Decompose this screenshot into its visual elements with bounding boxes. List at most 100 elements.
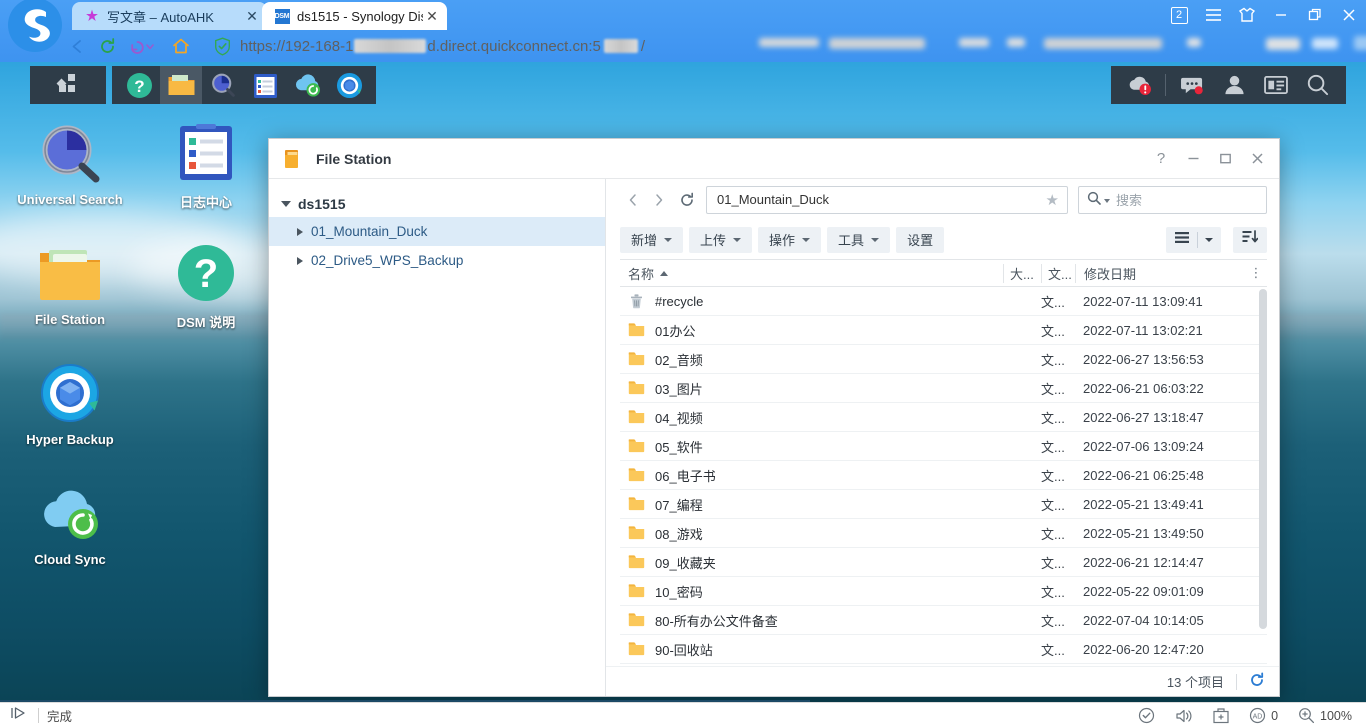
tray-search-button[interactable]	[1298, 66, 1338, 104]
tree-item-01-mountain-duck[interactable]: 01_Mountain_Duck	[269, 217, 605, 246]
table-row[interactable]: 10_密码 文... 2022-05-22 09:01:09	[620, 577, 1267, 606]
taskbar-app-hyper-backup[interactable]	[328, 66, 370, 104]
table-row[interactable]: 02_音频 文... 2022-06-27 13:56:53	[620, 345, 1267, 374]
file-name-label: #recycle	[655, 293, 704, 309]
toolbar-tools-button[interactable]: 工具	[827, 226, 891, 253]
play-triangle-icon[interactable]	[10, 706, 30, 725]
taskbar-app-file-station[interactable]	[160, 66, 202, 104]
file-list-scrollbar[interactable]	[1259, 289, 1267, 664]
nav-forward-button[interactable]	[646, 186, 672, 213]
url-redaction-block	[354, 39, 427, 53]
column-header-type[interactable]: 文...	[1041, 263, 1075, 283]
home-icon[interactable]	[166, 31, 196, 61]
table-row[interactable]: 06_电子书 文... 2022-06-21 06:25:48	[620, 461, 1267, 490]
table-row[interactable]: 90-回收站 文... 2022-06-20 12:47:20	[620, 635, 1267, 664]
file-station-help-button[interactable]: ?	[1145, 144, 1177, 174]
browser-minimize-button[interactable]	[1264, 0, 1298, 30]
file-station-close-button[interactable]	[1241, 144, 1273, 174]
person-icon	[1224, 75, 1244, 95]
table-row[interactable]: 04_视频 文... 2022-06-27 13:18:47	[620, 403, 1267, 432]
scrollbar-thumb[interactable]	[1259, 289, 1267, 629]
tab-close-icon[interactable]: ✕	[423, 7, 441, 25]
browser-tab-title: 写文章 – AutoAHK	[107, 9, 214, 25]
file-station-toolbar: 新增 上传 操作 工具 设置	[606, 220, 1279, 259]
tab-count-badge-button[interactable]: 2	[1162, 0, 1196, 30]
theme-shirt-icon[interactable]	[1230, 0, 1264, 30]
tree-item-02-drive5-wps-backup[interactable]: 02_Drive5_WPS_Backup	[269, 246, 605, 275]
more-vertical-icon[interactable]: ⋮	[1245, 265, 1267, 281]
browser-tab-synology[interactable]: DSM ds1515 - Synology Dis ✕	[262, 2, 447, 30]
history-back-icon[interactable]	[122, 31, 160, 61]
table-row[interactable]: 07_编程 文... 2022-05-21 13:49:41	[620, 490, 1267, 519]
chevron-right-icon[interactable]	[297, 256, 303, 265]
star-icon[interactable]: ★	[1046, 191, 1059, 209]
desktop-icon-file-station[interactable]: File Station	[10, 240, 130, 327]
file-name-label: 05_软件	[655, 439, 703, 455]
back-arrow-icon[interactable]	[62, 31, 92, 61]
table-row[interactable]: #recycle 文... 2022-07-11 13:09:41	[620, 287, 1267, 316]
desktop-icon-label: File Station	[34, 312, 106, 327]
file-station-maximize-button[interactable]	[1209, 144, 1241, 174]
table-row[interactable]: 09_收藏夹 文... 2022-06-21 12:14:47	[620, 548, 1267, 577]
hamburger-menu-icon[interactable]	[1196, 0, 1230, 30]
toolbar-action-button[interactable]: 操作	[758, 226, 822, 253]
file-type-cell: 文...	[1041, 410, 1065, 426]
tray-widgets-button[interactable]	[1256, 66, 1296, 104]
table-row[interactable]: 03_图片 文... 2022-06-21 06:03:22	[620, 374, 1267, 403]
folder-icon	[628, 496, 645, 513]
adblock-counter[interactable]: AD 0	[1249, 707, 1278, 724]
dsm-main-menu-button[interactable]	[30, 66, 106, 104]
shield-check-icon[interactable]	[1138, 707, 1155, 724]
taskbar-app-cloud-sync[interactable]	[286, 66, 328, 104]
zoom-level-button[interactable]: 100%	[1298, 707, 1352, 724]
browser-address-bar[interactable]: https://192-168-1 d.direct.quickconnect.…	[214, 30, 1366, 62]
tab-count-badge: 2	[1170, 6, 1188, 24]
browser-chrome: 写文章 – AutoAHK ✕ DSM ds1515 - Synology Di…	[0, 0, 1366, 62]
toolbar-create-button[interactable]: 新增	[620, 226, 684, 253]
chevron-down-icon[interactable]	[1104, 198, 1110, 203]
file-date-cell: 2022-05-22 09:01:09	[1083, 583, 1204, 599]
table-row[interactable]: 01办公 文... 2022-07-11 13:02:21	[620, 316, 1267, 345]
desktop-icon-universal-search[interactable]: Universal Search	[10, 120, 130, 207]
view-mode-button[interactable]	[1166, 226, 1221, 253]
table-row[interactable]: 80-所有办公文件备查 文... 2022-07-04 10:14:05	[620, 606, 1267, 635]
toolbox-icon[interactable]	[1213, 707, 1229, 724]
desktop-icon-cloud-sync[interactable]: Cloud Sync	[10, 480, 130, 567]
toolbar-upload-button[interactable]: 上传	[689, 226, 753, 253]
tray-user-button[interactable]	[1214, 66, 1254, 104]
taskbar-app-dsm-help[interactable]: ?	[118, 66, 160, 104]
reload-icon[interactable]	[92, 31, 122, 61]
browser-tab-autoahk[interactable]: 写文章 – AutoAHK ✕	[72, 2, 267, 30]
desktop-icon-dsm-help[interactable]: ? DSM 说明	[146, 240, 266, 331]
chevron-down-icon[interactable]	[1205, 237, 1213, 242]
tab-close-icon[interactable]: ✕	[243, 7, 261, 25]
file-station-minimize-button[interactable]	[1177, 144, 1209, 174]
column-header-name[interactable]: 名称	[620, 264, 1003, 283]
sort-order-button[interactable]	[1233, 226, 1267, 253]
tray-chat-button[interactable]	[1172, 66, 1212, 104]
column-header-size[interactable]: 大...	[1003, 263, 1041, 283]
chevron-right-icon[interactable]	[297, 227, 303, 236]
status-refresh-button[interactable]	[1249, 672, 1265, 691]
desktop-icon-hyper-backup[interactable]: Hyper Backup	[10, 360, 130, 447]
search-icon	[1087, 191, 1101, 208]
chevron-down-icon[interactable]	[281, 201, 291, 207]
search-input[interactable]: 搜索	[1078, 185, 1267, 214]
table-row[interactable]: 05_软件 文... 2022-07-06 13:09:24	[620, 432, 1267, 461]
taskbar-app-log-center[interactable]	[244, 66, 286, 104]
chevron-down-icon	[664, 237, 673, 242]
nav-back-button[interactable]	[620, 186, 646, 213]
desktop-icon-log-center[interactable]: 日志中心	[146, 120, 266, 211]
taskbar-app-universal-search[interactable]	[202, 66, 244, 104]
path-input[interactable]: 01_Mountain_Duck ★	[706, 185, 1068, 214]
volume-icon[interactable]	[1175, 708, 1193, 724]
toolbar-settings-button[interactable]: 设置	[896, 226, 945, 253]
column-header-date[interactable]: 修改日期	[1075, 263, 1245, 283]
table-row[interactable]: 08_游戏 文... 2022-05-21 13:49:50	[620, 519, 1267, 548]
file-name-label: 10_密码	[655, 584, 703, 600]
browser-restore-button[interactable]	[1298, 0, 1332, 30]
refresh-icon[interactable]	[672, 186, 702, 213]
tray-notifications-cloud-button[interactable]	[1119, 66, 1159, 104]
browser-close-button[interactable]	[1332, 0, 1366, 30]
tree-root-ds1515[interactable]: ds1515	[269, 191, 605, 217]
